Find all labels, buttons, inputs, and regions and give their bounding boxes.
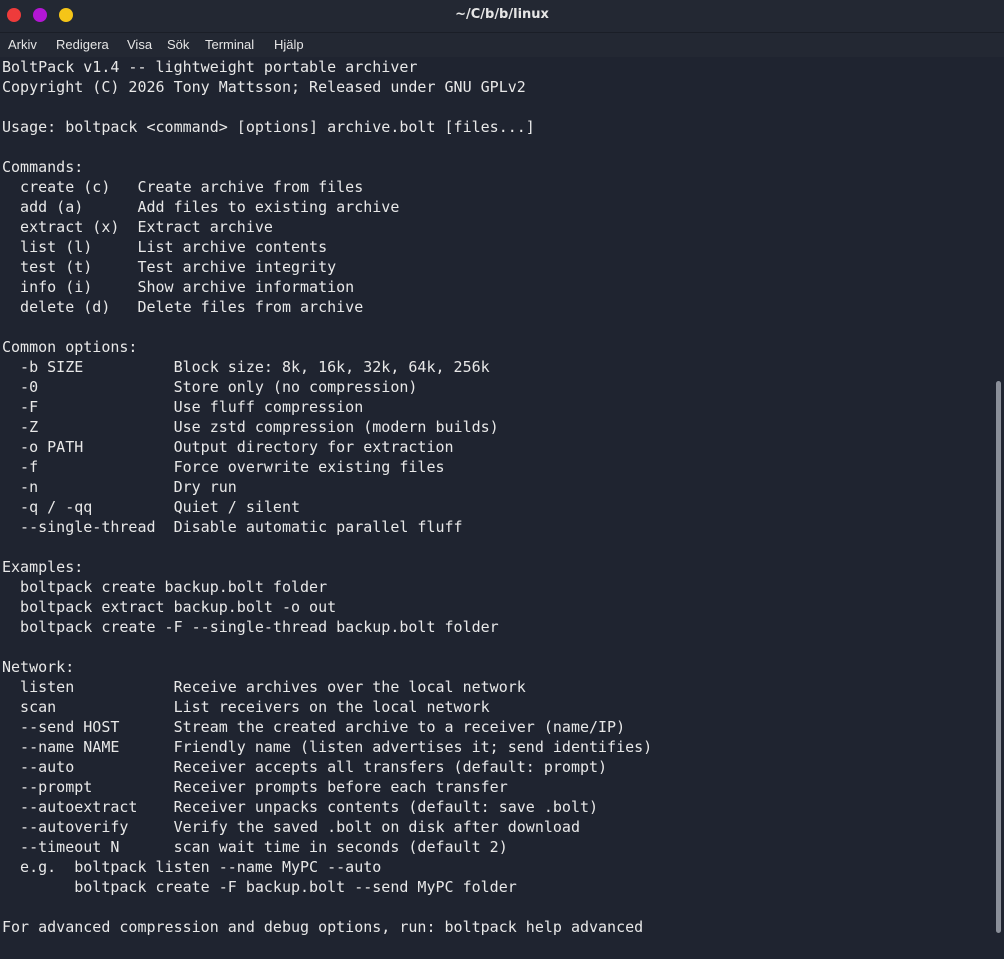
terminal-line: --auto Receiver accepts all transfers (d… <box>2 758 608 776</box>
terminal-line: -0 Store only (no compression) <box>2 378 418 396</box>
terminal-line: Copyright (C) 2026 Tony Mattsson; Releas… <box>2 78 526 96</box>
menu-bar: Arkiv Redigera Visa Sök Terminal Hjälp <box>0 33 1004 57</box>
terminal-line: boltpack extract backup.bolt -o out <box>2 598 337 616</box>
title-bar: ~/C/b/b/linux <box>0 0 1004 33</box>
terminal-line: --single-thread Disable automatic parall… <box>2 518 463 536</box>
menu-terminal[interactable]: Terminal <box>205 37 254 52</box>
terminal-line: -f Force overwrite existing files <box>2 458 445 476</box>
terminal-line: Network: <box>2 658 75 676</box>
scroll-thumb[interactable] <box>996 381 1001 933</box>
menu-hjalp[interactable]: Hjälp <box>274 37 304 52</box>
terminal-line: scan List receivers on the local network <box>2 698 490 716</box>
terminal-line: boltpack create backup.bolt folder <box>2 578 328 596</box>
terminal-line: -o PATH Output directory for extraction <box>2 438 454 456</box>
terminal-line: create (c) Create archive from files <box>2 178 364 196</box>
terminal-line: -n Dry run <box>2 478 237 496</box>
terminal-line: --timeout N scan wait time in seconds (d… <box>2 838 508 856</box>
terminal-line: Examples: <box>2 558 84 576</box>
terminal-line: --prompt Receiver prompts before each tr… <box>2 778 508 796</box>
terminal-line: --name NAME Friendly name (listen advert… <box>2 738 653 756</box>
terminal-line: test (t) Test archive integrity <box>2 258 337 276</box>
terminal-line: --send HOST Stream the created archive t… <box>2 718 626 736</box>
terminal-line: -F Use fluff compression <box>2 398 364 416</box>
menu-sok[interactable]: Sök <box>167 37 189 52</box>
menu-arkiv[interactable]: Arkiv <box>8 37 37 52</box>
terminal-line: add (a) Add files to existing archive <box>2 198 400 216</box>
terminal-line: For advanced compression and debug optio… <box>2 918 644 936</box>
terminal-line: e.g. boltpack listen --name MyPC --auto <box>2 858 382 876</box>
terminal-line: Commands: <box>2 158 84 176</box>
terminal-line: --autoextract Receiver unpacks contents … <box>2 798 599 816</box>
terminal-line: BoltPack v1.4 -- lightweight portable ar… <box>2 58 418 76</box>
terminal-line: list (l) List archive contents <box>2 238 328 256</box>
terminal-line: --autoverify Verify the saved .bolt on d… <box>2 818 580 836</box>
menu-visa[interactable]: Visa <box>127 37 152 52</box>
terminal-line: info (i) Show archive information <box>2 278 355 296</box>
terminal-line: delete (d) Delete files from archive <box>2 298 364 316</box>
terminal-line: listen Receive archives over the local n… <box>2 678 526 696</box>
terminal-line: boltpack create -F backup.bolt --send My… <box>2 878 517 896</box>
terminal-line: Usage: boltpack <command> [options] arch… <box>2 118 535 136</box>
terminal-line: -q / -qq Quiet / silent <box>2 498 301 516</box>
scrollbar[interactable] <box>995 57 1004 959</box>
terminal-line: Common options: <box>2 338 138 356</box>
window-title: ~/C/b/b/linux <box>455 7 549 22</box>
menu-redigera[interactable]: Redigera <box>56 37 109 52</box>
terminal-line: -Z Use zstd compression (modern builds) <box>2 418 499 436</box>
terminal-line: -b SIZE Block size: 8k, 16k, 32k, 64k, 2… <box>2 358 490 376</box>
terminal-line: boltpack create -F --single-thread backu… <box>2 618 499 636</box>
terminal-output[interactable]: BoltPack v1.4 -- lightweight portable ar… <box>0 57 995 959</box>
terminal-line: extract (x) Extract archive <box>2 218 273 236</box>
